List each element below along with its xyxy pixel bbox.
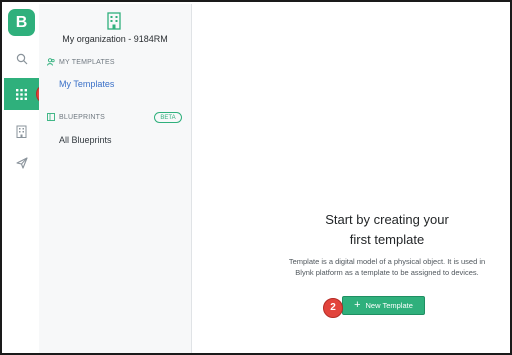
my-templates-section: MY TEMPLATES [47, 58, 115, 66]
organization-name[interactable]: My organization - 9184RM [39, 34, 191, 44]
heading-line-2: first template [349, 232, 425, 247]
app-window: B My organization - 9184RM MY TEMPLATES … [0, 0, 512, 355]
grid-icon [16, 88, 27, 100]
icon-rail: B [4, 4, 40, 353]
blueprints-section: BLUEPRINTS [47, 113, 105, 121]
rail-send[interactable] [4, 148, 39, 178]
all-blueprints-link[interactable]: All Blueprints [59, 135, 112, 145]
new-template-label: New Template [365, 301, 413, 310]
blueprint-icon [47, 113, 55, 121]
users-icon [47, 58, 55, 66]
main-content: Start by creating your first template Te… [192, 4, 510, 353]
search-icon [16, 53, 27, 65]
beta-badge: BETA [154, 112, 182, 123]
templates-panel: My organization - 9184RM MY TEMPLATES My… [39, 4, 192, 353]
heading-line-1: Start by creating your [325, 212, 449, 227]
send-icon [15, 157, 28, 169]
step-badge-2: 2 [323, 298, 343, 318]
building-icon [16, 125, 27, 138]
empty-state-description: Template is a digital model of a physica… [288, 257, 486, 277]
plus-icon: + [354, 299, 361, 311]
organization-icon [107, 12, 121, 30]
rail-templates[interactable] [4, 78, 39, 110]
rail-search[interactable] [4, 44, 39, 74]
rail-organizations[interactable] [4, 116, 39, 146]
new-template-button[interactable]: + New Template [342, 296, 425, 315]
my-templates-link[interactable]: My Templates [59, 79, 114, 89]
empty-state-heading: Start by creating your first template [187, 210, 510, 250]
section-label: MY TEMPLATES [59, 58, 115, 66]
blynk-logo[interactable]: B [8, 9, 35, 36]
section-label: BLUEPRINTS [59, 113, 105, 121]
